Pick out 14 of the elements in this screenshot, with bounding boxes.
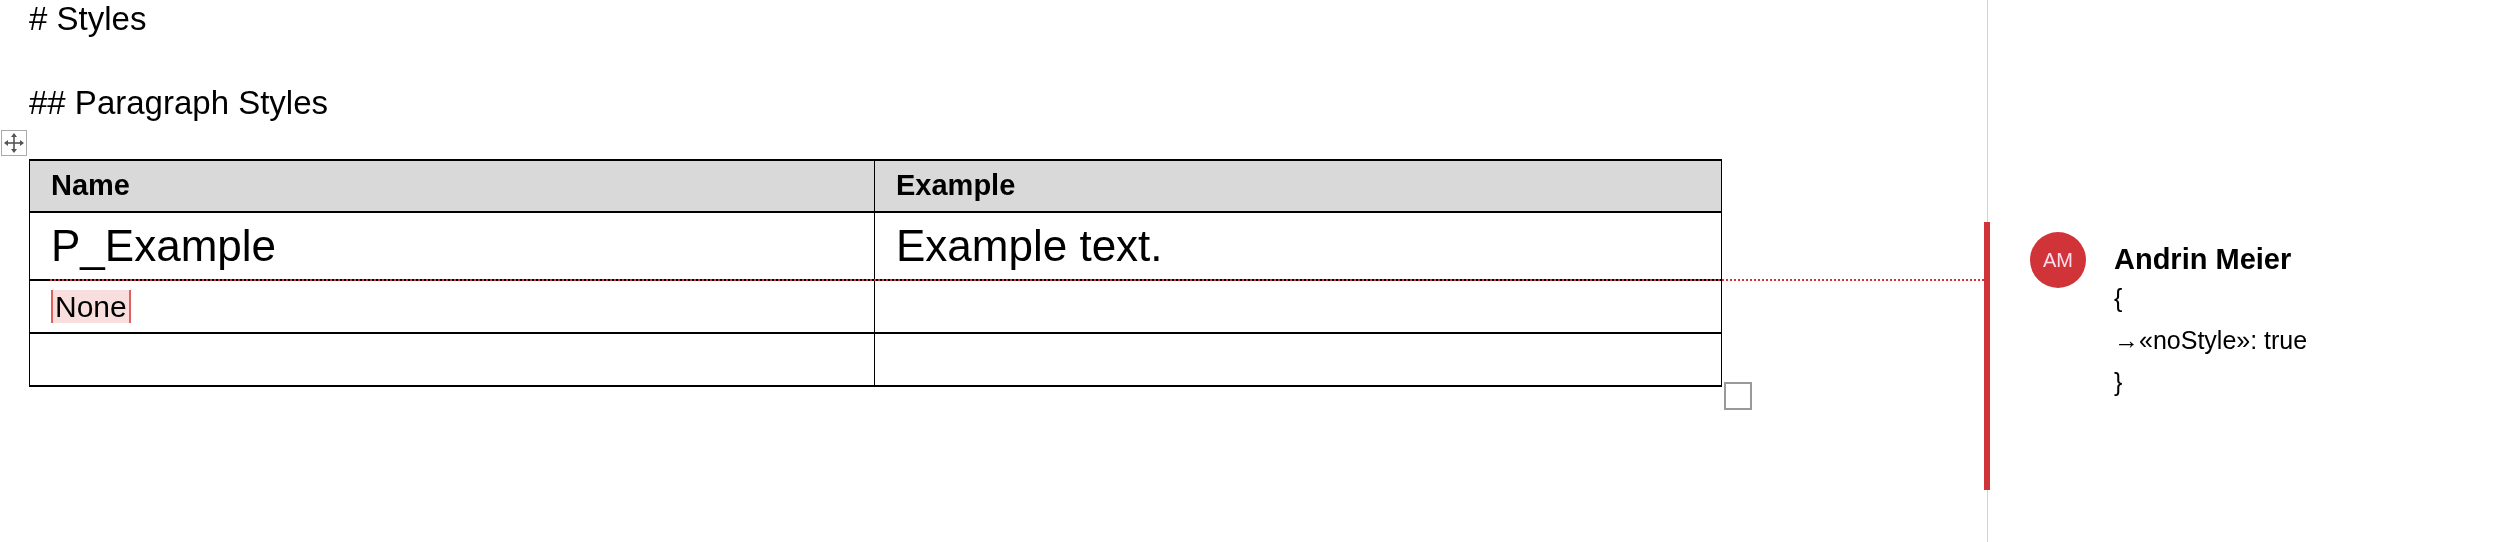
table-cell: None <box>51 290 131 323</box>
table-cell: P_Example <box>29 212 875 280</box>
comment-text: →«noStyle»: true <box>2114 324 2308 356</box>
move-handle-icon[interactable] <box>1 130 27 156</box>
heading-text: # Styles <box>29 0 148 35</box>
heading-text: ## Paragraph Styles <box>29 86 329 119</box>
column-header: Name <box>29 160 875 212</box>
avatar: AM <box>2030 232 2086 288</box>
table-cell: Example text. <box>874 212 1722 280</box>
column-header: Example <box>874 160 1722 212</box>
comment-text: { <box>2114 282 2124 314</box>
resize-handle[interactable] <box>1724 382 1752 410</box>
comment-text: } <box>2114 366 2124 398</box>
comment-author: Andrin Meier <box>2114 242 2293 277</box>
